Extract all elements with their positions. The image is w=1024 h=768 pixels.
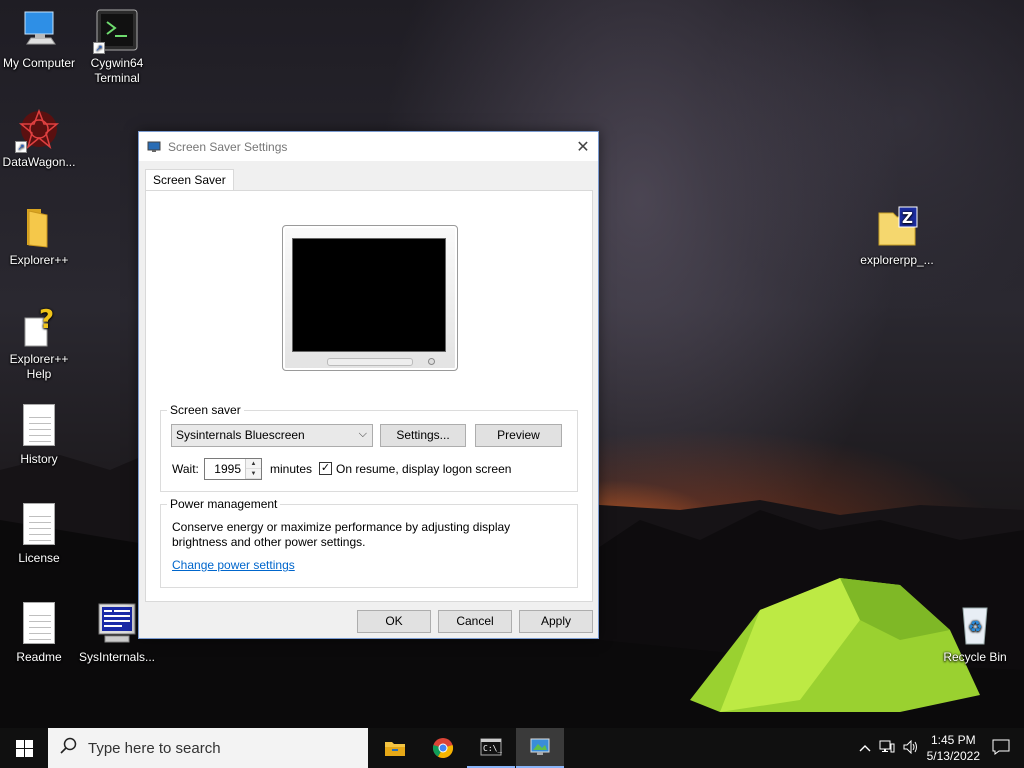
preview-button[interactable]: Preview [475, 424, 562, 447]
screen-saver-legend: Screen saver [167, 403, 244, 417]
settings-button[interactable]: Settings... [380, 424, 466, 447]
tab-panel-screen-saver: Screen saver Sysinternals Bluescreen ⌵ S… [145, 190, 593, 602]
chevron-up-icon[interactable] [859, 741, 871, 755]
monitor-icon [147, 141, 161, 153]
cancel-button[interactable]: Cancel [438, 610, 512, 633]
volume-icon[interactable] [903, 739, 919, 757]
recycle-bin-icon: ♻ [953, 602, 997, 646]
taskbar-search-box[interactable]: Type here to search [48, 728, 368, 768]
clock-date: 5/13/2022 [926, 749, 980, 763]
folder-icon [17, 205, 61, 249]
stepper-arrows: ▲ ▼ [245, 459, 261, 479]
monitor-slot [327, 358, 413, 366]
desktop-icon-cygwin-terminal[interactable]: ↗ Cygwin64 Terminal [78, 8, 156, 86]
desktop-icon-datawagon[interactable]: ↗ DataWagon... [0, 107, 78, 170]
terminal-icon: C:\_ [480, 738, 502, 756]
document-icon [17, 503, 61, 547]
screen-saver-select[interactable]: Sysinternals Bluescreen ⌵ [171, 424, 373, 447]
help-icon: ? [17, 304, 61, 348]
screen-saver-group: Screen saver Sysinternals Bluescreen ⌵ S… [160, 403, 578, 492]
taskbar-chrome[interactable] [419, 728, 467, 768]
tab-screen-saver[interactable]: Screen Saver [145, 169, 234, 191]
screen-saver-settings-dialog: Screen Saver Settings ✕ Screen Saver Scr… [138, 131, 599, 639]
resume-logon-label[interactable]: On resume, display logon screen [336, 462, 511, 476]
taskbar-file-explorer[interactable] [371, 728, 419, 768]
power-description-line1: Conserve energy or maximize performance … [172, 520, 511, 534]
document-icon [17, 602, 61, 646]
preview-screen [292, 238, 446, 352]
svg-text:Z: Z [902, 209, 913, 227]
terminal-icon: ↗ [93, 8, 139, 54]
shortcut-arrow-icon: ↗ [15, 141, 27, 153]
dialog-titlebar[interactable]: Screen Saver Settings ✕ [139, 132, 598, 161]
desktop-icon-license[interactable]: License [0, 503, 78, 566]
apply-button[interactable]: Apply [519, 610, 593, 633]
windows-logo-icon [15, 739, 33, 757]
wait-label: Wait: [172, 462, 199, 476]
desktop-icon-explorerpp-zip[interactable]: Z explorerpp_... [858, 205, 936, 268]
sysinternals-icon [95, 602, 139, 646]
svg-text:♻: ♻ [968, 617, 982, 636]
system-tray: 1:45 PM 5/13/2022 [859, 728, 1024, 768]
document-icon [17, 404, 61, 448]
ok-button[interactable]: OK [357, 610, 431, 633]
computer-icon [17, 8, 61, 52]
dialog-title: Screen Saver Settings [168, 139, 288, 154]
taskbar: Type here to search C:\_ 1:45 PM 5/13/20… [0, 728, 1024, 768]
datawagon-icon: ↗ [15, 107, 61, 153]
chevron-down-icon: ⌵ [358, 428, 367, 440]
wait-value: 1995 [214, 462, 241, 476]
shortcut-arrow-icon: ↗ [93, 42, 105, 54]
zip-folder-icon: Z [875, 205, 919, 249]
desktop-icon-my-computer[interactable]: My Computer [0, 8, 78, 71]
display-settings-icon [530, 738, 550, 755]
power-management-legend: Power management [167, 497, 281, 511]
minutes-label: minutes [270, 462, 313, 476]
power-description-line2: brightness and other power settings. [172, 535, 366, 549]
taskbar-screen-saver-settings[interactable] [516, 728, 564, 768]
screen-saver-selected: Sysinternals Bluescreen [176, 428, 305, 442]
power-description: Conserve energy or maximize performance … [172, 520, 510, 550]
network-icon[interactable] [879, 740, 895, 757]
file-explorer-icon [385, 742, 405, 756]
power-management-group: Power management Conserve energy or maxi… [160, 497, 578, 588]
resume-logon-checkbox[interactable]: ✓ [319, 462, 332, 475]
notification-icon[interactable] [992, 739, 1010, 758]
desktop-icon-recycle-bin[interactable]: ♻ Recycle Bin [936, 602, 1014, 665]
wait-minutes-stepper[interactable]: 1995 ▲ ▼ [204, 458, 262, 480]
desktop-icon-explorerpp[interactable]: Explorer++ [0, 205, 78, 268]
stepper-down-icon[interactable]: ▼ [246, 469, 261, 479]
search-placeholder: Type here to search [88, 739, 221, 757]
chrome-icon [432, 738, 454, 758]
change-power-settings-link[interactable]: Change power settings [172, 558, 295, 572]
svg-text:C:\_: C:\_ [483, 744, 502, 753]
start-button[interactable] [0, 728, 48, 768]
close-icon: ✕ [576, 138, 590, 156]
stepper-up-icon[interactable]: ▲ [246, 459, 261, 469]
preview-monitor [282, 225, 458, 371]
monitor-power-led [428, 358, 435, 365]
tab-strip: Screen Saver [145, 169, 234, 191]
svg-text:?: ? [39, 305, 54, 335]
taskbar-clock[interactable]: 1:45 PM 5/13/2022 [927, 732, 980, 764]
search-icon [60, 737, 78, 760]
desktop-icon-explorerpp-help[interactable]: ? Explorer++ Help [0, 304, 78, 382]
taskbar-terminal[interactable]: C:\_ [467, 728, 515, 768]
clock-time: 1:45 PM [930, 733, 976, 747]
desktop-icon-history[interactable]: History [0, 404, 78, 467]
close-button[interactable]: ✕ [568, 132, 598, 161]
desktop-icon-readme[interactable]: Readme [0, 602, 78, 665]
